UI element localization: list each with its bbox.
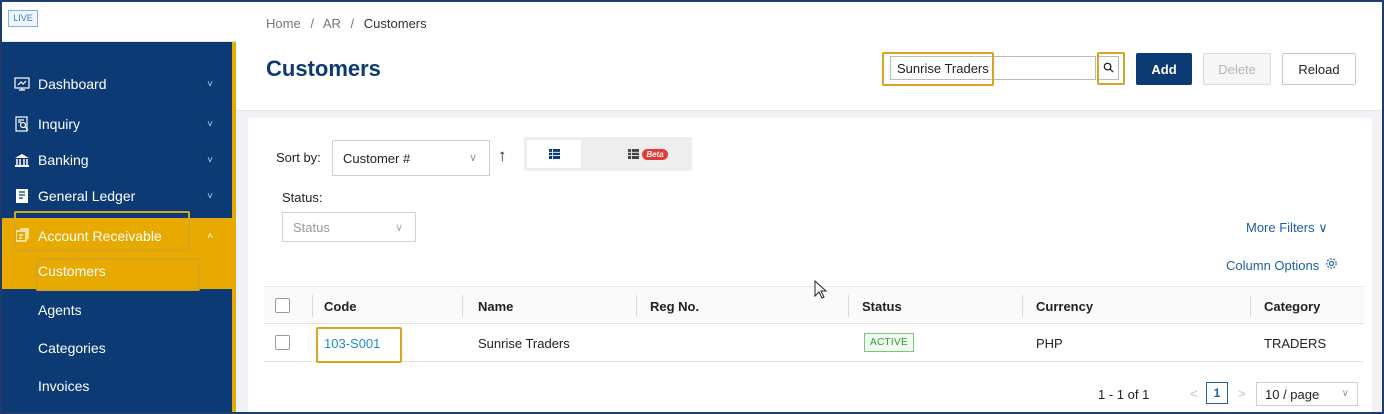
column-options-label: Column Options xyxy=(1226,257,1320,273)
column-header-category[interactable]: Category xyxy=(1264,299,1320,314)
dashboard-icon xyxy=(14,76,30,92)
sidebar-subitem-agents[interactable]: Agents xyxy=(0,292,232,328)
status-filter-label: Status: xyxy=(282,190,323,205)
beta-badge: Beta xyxy=(642,148,668,160)
table-row[interactable]: 103-S001 Sunrise Traders ACTIVE PHP TRAD… xyxy=(264,324,1364,362)
column-separator xyxy=(462,295,463,317)
bank-icon xyxy=(14,152,30,168)
customer-name: Sunrise Traders xyxy=(478,336,570,351)
page-title: Customers xyxy=(266,56,381,81)
chevron-down-icon: ˅ xyxy=(207,154,213,166)
chevron-up-icon: ˄ xyxy=(207,230,213,242)
status-filter-placeholder: Status xyxy=(293,219,330,235)
grid-view-icon xyxy=(628,146,640,162)
sort-by-label: Sort by: xyxy=(276,150,321,165)
gear-icon xyxy=(1325,257,1338,273)
more-filters-link[interactable]: More Filters ∨ xyxy=(1246,220,1328,236)
sidebar-item-general-ledger[interactable]: General Ledger ˅ xyxy=(0,178,232,214)
sidebar-item-account-receivable[interactable]: Account Receivable ˄ xyxy=(0,218,232,254)
column-header-status[interactable]: Status xyxy=(862,299,902,314)
sort-by-select[interactable]: Customer # ∨ xyxy=(332,140,490,176)
column-separator xyxy=(1250,295,1251,317)
chevron-down-icon: ∨ xyxy=(1341,388,1349,399)
customer-category: TRADERS xyxy=(1264,336,1327,351)
search-button[interactable] xyxy=(1097,56,1119,80)
view-beta-option[interactable]: Beta xyxy=(618,140,678,168)
column-separator xyxy=(1022,295,1023,317)
sidebar-subitem-customers[interactable]: Customers xyxy=(0,253,232,289)
receivable-icon xyxy=(14,228,30,244)
sidebar-header: LIVE xyxy=(0,0,236,42)
breadcrumb-separator: / xyxy=(350,16,355,31)
environment-badge: LIVE xyxy=(8,10,38,27)
view-table-option[interactable] xyxy=(527,140,581,168)
status-badge: ACTIVE xyxy=(864,333,914,352)
ledger-icon xyxy=(14,188,30,204)
breadcrumb-home[interactable]: Home xyxy=(266,16,301,31)
column-separator xyxy=(312,295,313,317)
breadcrumb-separator: / xyxy=(310,16,314,31)
column-options-link[interactable]: Column Options xyxy=(1226,257,1338,273)
sidebar-item-label: Account Receivable xyxy=(38,228,162,244)
column-header-currency[interactable]: Currency xyxy=(1036,299,1093,314)
chevron-down-icon: ˅ xyxy=(207,78,213,90)
column-header-code[interactable]: Code xyxy=(324,299,357,314)
customer-currency: PHP xyxy=(1036,336,1063,351)
page-number-button[interactable]: 1 xyxy=(1206,382,1228,404)
chevron-down-icon: ∨ xyxy=(394,222,403,234)
select-all-checkbox[interactable] xyxy=(275,298,290,313)
column-separator xyxy=(848,295,849,317)
sidebar-item-dashboard[interactable]: Dashboard ˅ xyxy=(0,66,232,102)
page-size-value: 10 / page xyxy=(1265,386,1320,402)
sidebar-item-label: Dashboard xyxy=(38,76,107,92)
chevron-down-icon: ˅ xyxy=(207,190,213,202)
sidebar-subitem-invoices[interactable]: Invoices xyxy=(0,368,232,404)
inquiry-icon xyxy=(14,116,30,132)
sidebar-item-banking[interactable]: Banking ˅ xyxy=(0,142,232,178)
status-filter-select[interactable]: Status ∨ xyxy=(282,212,416,242)
sidebar-item-label: Inquiry xyxy=(38,116,81,132)
chevron-left-icon[interactable]: < xyxy=(1190,386,1198,401)
column-header-name[interactable]: Name xyxy=(478,299,513,314)
sort-direction-button[interactable]: ↑ xyxy=(498,146,507,166)
sidebar-item-label: General Ledger xyxy=(38,188,136,204)
search-icon xyxy=(1103,60,1114,76)
column-header-reg-no[interactable]: Reg No. xyxy=(650,299,699,314)
pagination-range: 1 - 1 of 1 xyxy=(1098,387,1150,402)
delete-button[interactable]: Delete xyxy=(1203,53,1271,85)
chevron-down-icon: ˅ xyxy=(207,118,213,130)
chevron-right-icon[interactable]: > xyxy=(1238,386,1246,401)
page-size-select[interactable]: 10 / page ∨ xyxy=(1256,382,1358,406)
sidebar-item-inquiry[interactable]: Inquiry ˅ xyxy=(0,106,232,142)
sort-by-value: Customer # xyxy=(343,150,411,166)
table-view-icon xyxy=(548,146,560,162)
breadcrumb: Home / AR / Customers xyxy=(266,16,427,31)
customer-code-link[interactable]: 103-S001 xyxy=(324,336,380,351)
chevron-down-icon: ∨ xyxy=(468,152,477,164)
breadcrumb-ar[interactable]: AR xyxy=(323,16,341,31)
column-separator xyxy=(636,295,637,317)
add-button[interactable]: Add xyxy=(1136,53,1192,85)
more-filters-label: More Filters xyxy=(1246,220,1315,235)
sidebar-subitem-categories[interactable]: Categories xyxy=(0,330,232,366)
search-input[interactable] xyxy=(890,56,1096,80)
sidebar-item-label: Banking xyxy=(38,152,89,168)
sidebar: LIVE Dashboard ˅ Inquiry ˅ Banking ˅ Gen… xyxy=(0,0,236,414)
mouse-cursor-icon xyxy=(814,279,828,303)
row-checkbox[interactable] xyxy=(275,335,290,350)
breadcrumb-current: Customers xyxy=(363,16,427,31)
reload-button[interactable]: Reload xyxy=(1282,53,1356,85)
chevron-down-icon: ∨ xyxy=(1318,220,1328,235)
